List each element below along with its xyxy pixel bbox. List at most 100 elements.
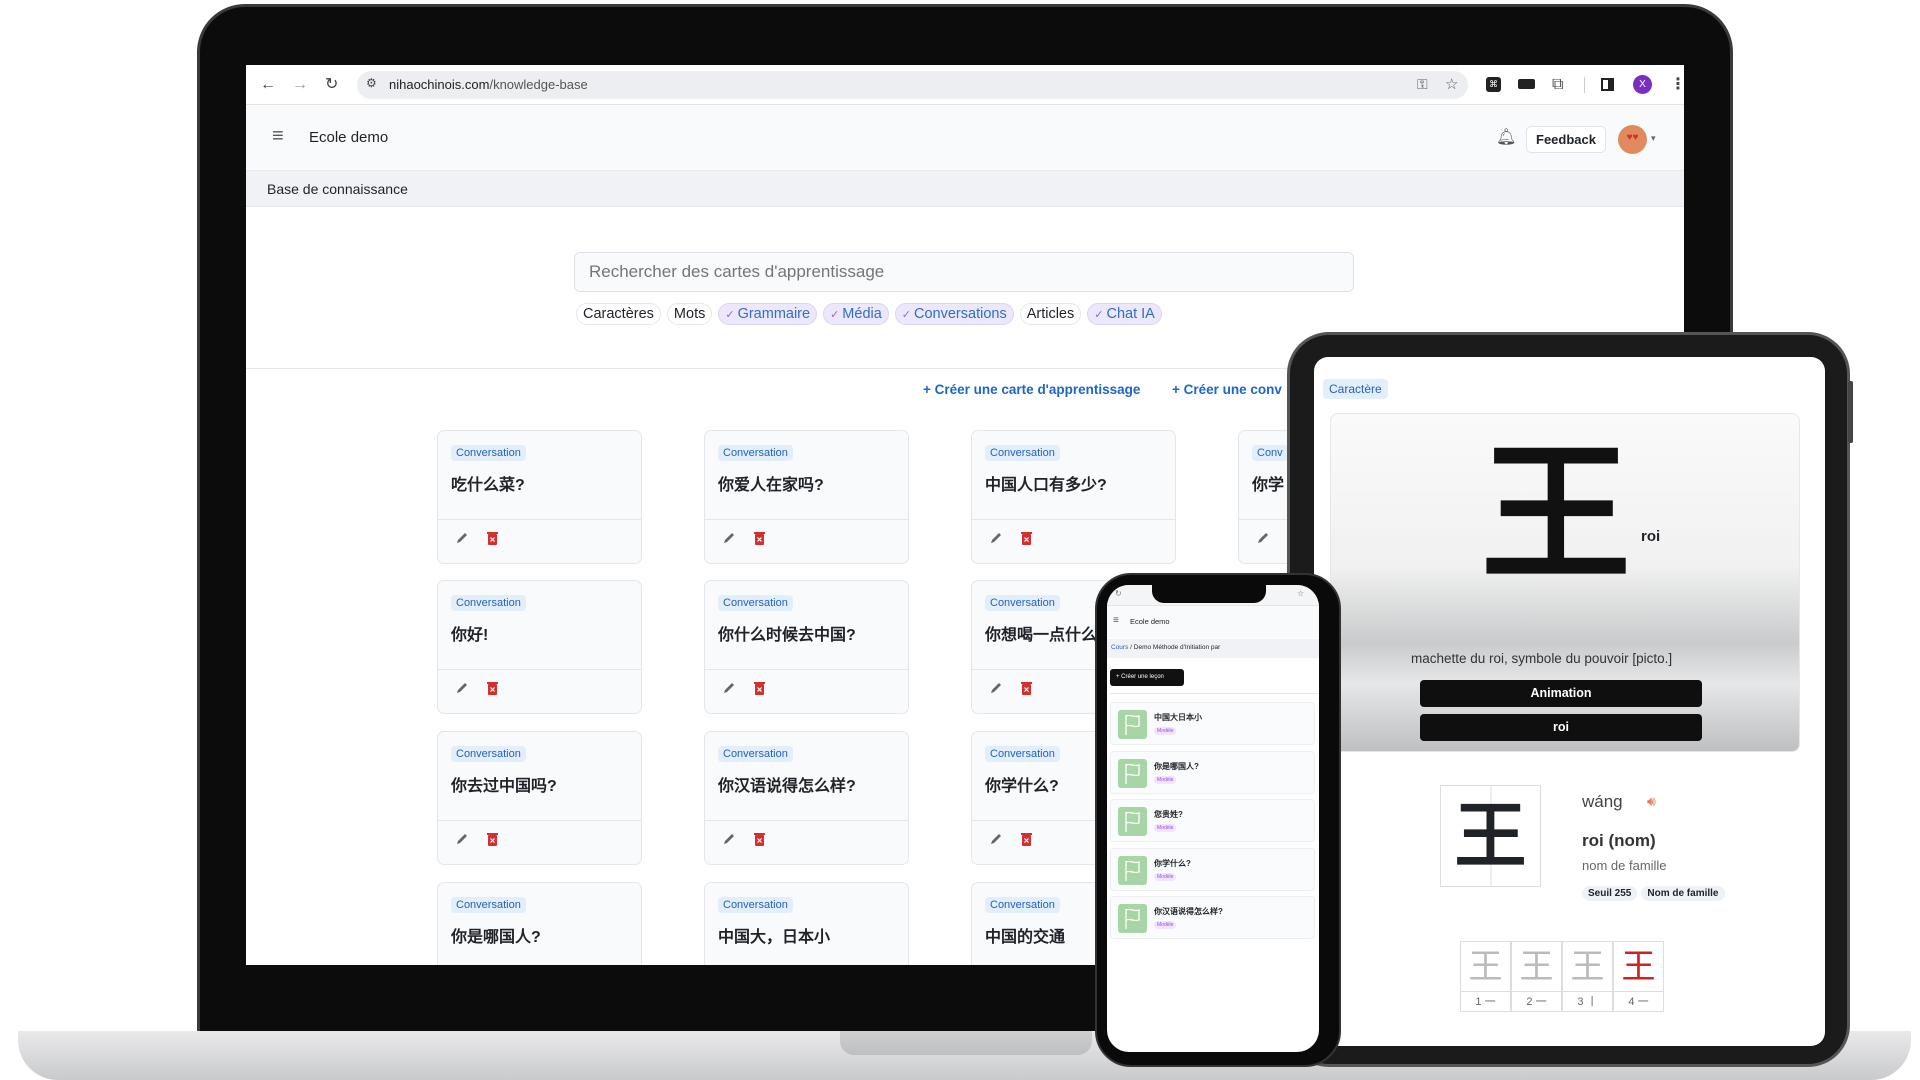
knowledge-card[interactable]: Conversation 你什么时候去中国? <box>704 580 909 714</box>
lesson-title: 你汉语说得怎么样? <box>1154 907 1223 916</box>
reload-icon[interactable]: ↻ <box>325 75 338 95</box>
meaning-overlay: roi <box>1641 528 1661 545</box>
extensions-puzzle-icon[interactable]: ⧉ <box>1552 75 1563 95</box>
extension-command-icon[interactable]: ⌘ <box>1486 77 1501 92</box>
edit-pencil-icon[interactable] <box>1256 531 1270 550</box>
filter-chip[interactable]: Mots <box>666 303 713 325</box>
reload-icon[interactable]: ↻ <box>1115 589 1122 598</box>
flag-icon <box>1118 758 1147 788</box>
card-type-badge: Conversation <box>985 746 1060 762</box>
card-title: 你去过中国吗? <box>451 778 557 795</box>
delete-trash-icon[interactable] <box>487 681 498 700</box>
template-badge: Modèle <box>1154 872 1177 881</box>
card-title: 你汉语说得怎么样? <box>718 778 856 795</box>
divider <box>1110 693 1319 694</box>
lesson-item[interactable]: 中国大日本小 Modèle <box>1110 702 1315 745</box>
flag-icon <box>1118 807 1147 836</box>
hamburger-menu-icon[interactable]: ≡ <box>1113 615 1119 626</box>
character-description: machette du roi, symbole du pouvoir [pic… <box>1411 651 1673 666</box>
delete-trash-icon[interactable] <box>1021 832 1032 851</box>
card-type-badge: Conversation <box>451 897 526 913</box>
create-card-link[interactable]: + Créer une carte d'apprentissage <box>923 382 1140 397</box>
profile-avatar[interactable]: X <box>1633 75 1652 94</box>
notification-bell-icon[interactable]: 🔔︎ <box>1496 127 1516 147</box>
delete-trash-icon[interactable] <box>754 832 765 851</box>
extension-markdown-icon[interactable] <box>1518 79 1535 89</box>
knowledge-card[interactable]: Conversation 中国人口有多少? <box>971 430 1176 564</box>
card-type-badge: Conversation <box>718 897 793 913</box>
tablet-side-button <box>1848 381 1853 443</box>
key-icon[interactable]: ⚿ <box>1417 76 1428 93</box>
create-lesson-button[interactable]: + Créer une leçon <box>1110 669 1184 686</box>
knowledge-card[interactable]: Conversation 你去过中国吗? <box>437 731 642 865</box>
phone-notch <box>1152 585 1266 603</box>
knowledge-card[interactable]: Conversation 吃什么菜? <box>437 430 642 564</box>
lesson-item[interactable]: 你汉语说得怎么样? Modèle <box>1110 896 1315 939</box>
edit-pencil-icon[interactable] <box>722 681 736 700</box>
side-panel-icon[interactable] <box>1601 78 1614 91</box>
star-icon[interactable]: ☆ <box>1297 589 1304 598</box>
breadcrumb-link[interactable]: Cours <box>1111 644 1128 651</box>
stroke-number: 3 <box>1577 996 1584 1008</box>
card-type-badge: Conversation <box>985 595 1060 611</box>
chevron-down-icon[interactable]: ▾ <box>1651 133 1656 144</box>
delete-trash-icon[interactable] <box>1021 681 1032 700</box>
user-avatar[interactable]: ♥♥ <box>1618 125 1647 154</box>
knowledge-card[interactable]: Conversation 中国大，日本小 <box>704 882 909 965</box>
create-other-link[interactable]: + Créer une conv <box>1172 382 1282 397</box>
school-name[interactable]: Ecole demo <box>309 129 388 146</box>
school-name: Ecole demo <box>1130 617 1170 626</box>
character-illustration: 王 roi machette du roi, symbole du pouvoi… <box>1330 413 1800 752</box>
delete-trash-icon[interactable] <box>754 681 765 700</box>
lesson-item[interactable]: 您贵姓? Modèle <box>1110 799 1315 842</box>
create-other-label: Créer une conv <box>1183 382 1282 397</box>
forward-icon[interactable]: → <box>292 75 308 95</box>
filter-chip[interactable]: ✓ Média <box>823 303 889 325</box>
address-bar[interactable]: ⚙ nihaochinois.com/knowledge-base ⚿ ☆ <box>357 71 1468 99</box>
filter-chip-label: Caractères <box>583 306 654 322</box>
stroke-glyph: 王 <box>1461 942 1510 992</box>
lesson-item[interactable]: 你学什么? Modèle <box>1110 847 1315 891</box>
delete-trash-icon[interactable] <box>487 531 498 550</box>
delete-trash-icon[interactable] <box>1021 531 1032 550</box>
card-type-badge: Conversation <box>718 746 793 762</box>
knowledge-card[interactable]: Conversation 你好! <box>437 580 642 714</box>
feedback-button[interactable]: Feedback <box>1526 126 1606 153</box>
edit-pencil-icon[interactable] <box>989 681 1003 700</box>
delete-trash-icon[interactable] <box>754 531 765 550</box>
lesson-item[interactable]: 你是哪国人? Modèle <box>1110 750 1315 794</box>
tag-list: Seuil 255 Nom de famille <box>1582 883 1729 901</box>
edit-pencil-icon[interactable] <box>455 832 469 851</box>
knowledge-card[interactable]: Conversation 你爱人在家吗? <box>704 430 909 564</box>
site-settings-icon[interactable]: ⚙ <box>366 76 377 90</box>
filter-chip[interactable]: ✓ Conversations <box>894 303 1014 325</box>
edit-pencil-icon[interactable] <box>989 531 1003 550</box>
animation-button[interactable]: Animation <box>1420 680 1702 707</box>
edit-pencil-icon[interactable] <box>722 531 736 550</box>
card-type-badge: Conversation <box>718 445 793 461</box>
hamburger-menu-icon[interactable]: ≡ <box>272 125 284 148</box>
delete-trash-icon[interactable] <box>487 832 498 851</box>
edit-pencil-icon[interactable] <box>722 832 736 851</box>
edit-pencil-icon[interactable] <box>455 681 469 700</box>
filter-chips: Caractères Mots ✓ Grammaire ✓ Média ✓ Conversat… <box>576 303 1162 325</box>
laptop-notch <box>840 1031 1092 1055</box>
knowledge-card[interactable]: Conversation 你是哪国人? <box>437 882 642 965</box>
edit-pencil-icon[interactable] <box>455 531 469 550</box>
browser-menu-icon[interactable]: ⋮ <box>1670 75 1684 95</box>
filter-chip[interactable]: Articles <box>1019 303 1082 325</box>
edit-pencil-icon[interactable] <box>989 832 1003 851</box>
search-input[interactable] <box>574 252 1354 292</box>
filter-chip[interactable]: Caractères <box>576 303 661 325</box>
check-icon: ✓ <box>901 309 912 321</box>
star-icon[interactable]: ☆ <box>1445 75 1458 93</box>
type-badge: Caractère <box>1323 379 1388 399</box>
knowledge-card[interactable]: Conversation 你汉语说得怎么样? <box>704 731 909 865</box>
speaker-icon[interactable]: 🔊︎ <box>1647 793 1656 810</box>
meaning-button[interactable]: roi <box>1420 714 1702 741</box>
stroke-shape: 一 <box>1484 996 1496 1008</box>
filter-chip[interactable]: ✓ Chat IA <box>1087 303 1162 325</box>
breadcrumb-current: Demo Méthode d'Initiation par <box>1133 644 1221 651</box>
filter-chip[interactable]: ✓ Grammaire <box>718 303 818 325</box>
back-icon[interactable]: ← <box>260 75 276 95</box>
